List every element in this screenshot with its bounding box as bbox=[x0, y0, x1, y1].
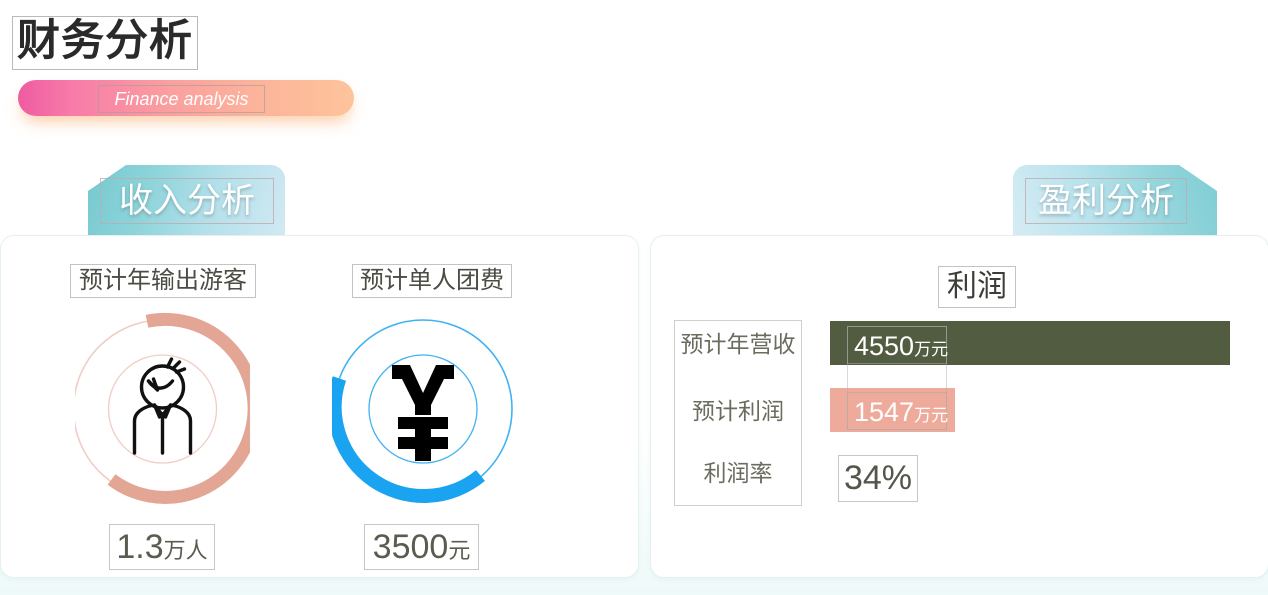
tab-income-label[interactable]: 收入分析 bbox=[100, 178, 274, 224]
tab-profit-label[interactable]: 盈利分析 bbox=[1025, 178, 1187, 224]
yen-icon bbox=[392, 365, 454, 461]
metric-value-unit: 万人 bbox=[163, 538, 208, 563]
bar-value-number: 4550 bbox=[854, 331, 915, 361]
metric-value-per-person-fee: 3500元 bbox=[364, 524, 479, 570]
person-icon bbox=[132, 357, 193, 455]
metric-value-number: 1.3 bbox=[116, 528, 164, 566]
donut-chart-per-person-fee bbox=[332, 319, 513, 503]
metric-title-annual-tourists: 预计年输出游客 bbox=[70, 264, 256, 298]
profit-label-profit-rate: 利润率 bbox=[703, 460, 773, 486]
page-title: 财务分析 bbox=[12, 16, 198, 70]
metric-value-number: 3500 bbox=[372, 528, 449, 566]
profit-label-annual-revenue: 预计年营收 bbox=[680, 331, 796, 357]
bar-value-unit: 万元 bbox=[914, 340, 949, 359]
bar-value-number: 1547 bbox=[854, 397, 915, 427]
profit-rate-value: 34% bbox=[838, 455, 918, 502]
metric-value-unit: 元 bbox=[448, 538, 471, 563]
donut-chart-annual-tourists bbox=[75, 312, 250, 504]
subtitle-text: Finance analysis bbox=[98, 85, 265, 113]
metric-title-per-person-fee: 预计单人团费 bbox=[352, 264, 512, 298]
bar-value-unit: 万元 bbox=[914, 406, 949, 425]
profit-bar-value-annual-revenue: 4550万元 bbox=[847, 326, 949, 364]
profit-label-estimated-profit: 预计利润 bbox=[692, 398, 784, 424]
profit-heading: 利润 bbox=[938, 266, 1016, 308]
metric-value-annual-tourists: 1.3万人 bbox=[109, 524, 215, 570]
profit-bar-value-estimated-profit: 1547万元 bbox=[847, 392, 949, 430]
